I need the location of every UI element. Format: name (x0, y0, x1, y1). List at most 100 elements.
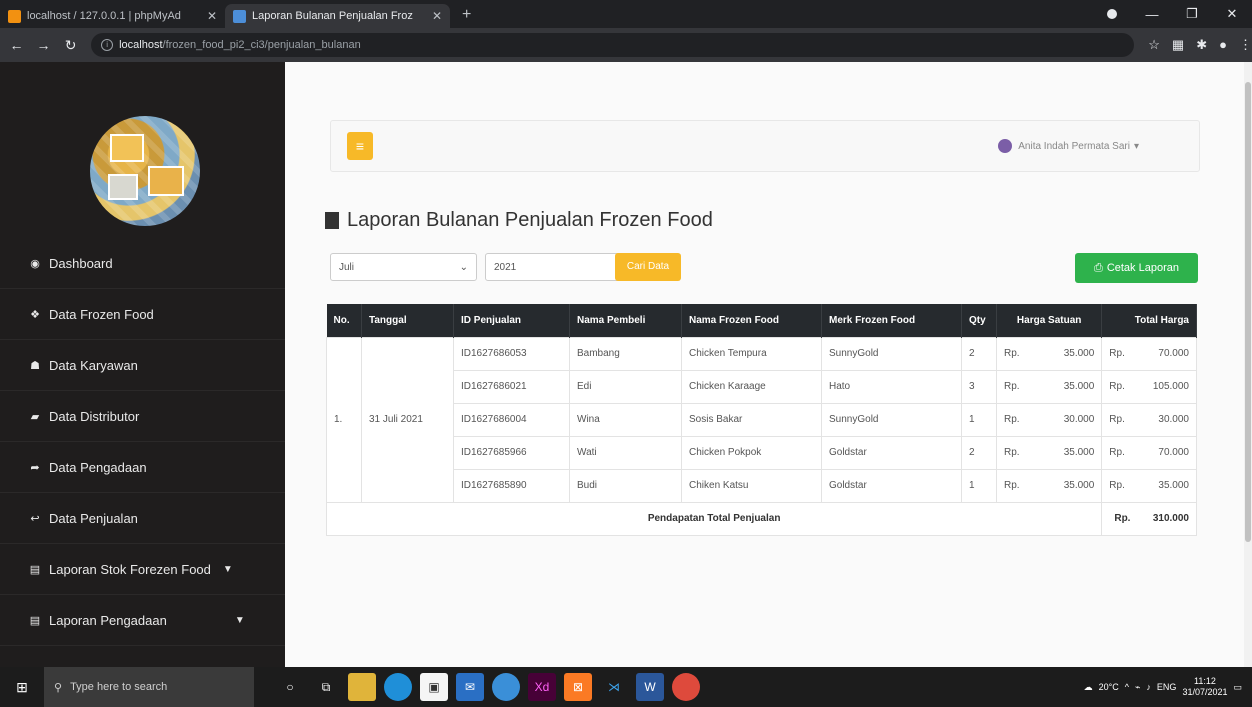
globe-icon[interactable] (492, 673, 520, 701)
sidebar-item-laporan-pengadaan[interactable]: ▤ Laporan Pengadaan ▼ (0, 595, 285, 646)
total-value: 310.000 (1137, 501, 1198, 536)
chevron-up-icon[interactable]: ^ (1125, 682, 1129, 692)
url-host: localhost (119, 39, 163, 51)
menu-toggle-button[interactable]: ≡ (347, 132, 373, 160)
file-icon: ▤ (29, 614, 41, 627)
xampp-icon[interactable]: ⊠ (564, 673, 592, 701)
adobe-xd-icon[interactable]: Xd (528, 673, 556, 701)
dashboard-icon: ◉ (30, 257, 40, 270)
file-icon: ▤ (29, 563, 41, 576)
year-value: 2021 (494, 261, 517, 273)
top-navbar: ≡ Anita Indah Permata Sari ▾ (330, 120, 1200, 172)
close-window-icon[interactable]: ✕ (1212, 6, 1252, 22)
col-nama-frozen-food: Nama Frozen Food (681, 304, 822, 337)
extension-grid-icon[interactable]: ▦ (1172, 37, 1184, 53)
cell-date: 31 Juli 2021 (361, 336, 454, 503)
table-row: ID1627685966 Wati Chicken Pokpok Goldsta… (327, 435, 1198, 470)
sidebar-item-data-karyawan[interactable]: ☗ Data Karyawan (0, 340, 285, 391)
year-select[interactable]: 2021 ⌄ (485, 253, 632, 281)
profile-icon[interactable]: ● (1219, 37, 1227, 53)
print-report-button[interactable]: ⎙ Cetak Laporan (1075, 253, 1198, 283)
windows-start-icon[interactable]: ⊞ (0, 679, 44, 696)
cell-currency: Rp. (1101, 402, 1138, 437)
cell-id: ID1627685966 (453, 435, 570, 470)
chrome-icon[interactable] (672, 673, 700, 701)
url-path: /frozen_food_pi2_ci3/penjualan_bulanan (162, 39, 361, 51)
cell-currency: Rp. (995, 336, 1039, 371)
forward-icon[interactable]: → (33, 37, 54, 53)
cell-total: 70.000 (1137, 435, 1198, 470)
back-icon[interactable]: ← (6, 37, 27, 53)
user-avatar-icon (998, 139, 1013, 153)
cell-brand: Hato (821, 369, 962, 404)
weather-text: 20°C (1098, 682, 1119, 692)
taskbar-search-input[interactable]: ⚲ Type here to search (44, 667, 254, 707)
url-input[interactable]: i localhost /frozen_food_pi2_ci3/penjual… (91, 33, 1135, 57)
cortana-icon[interactable]: ○ (276, 673, 304, 701)
mail-icon[interactable]: ✉ (456, 673, 484, 701)
sidebar-item-laporan-stok[interactable]: ▤ Laporan Stok Forezen Food ▼ (0, 544, 285, 595)
cell-id: ID1627686004 (453, 402, 570, 437)
sales-report-table: No. Tanggal ID Penjualan Nama Pembeli Na… (325, 304, 1198, 536)
cell-qty: 1 (961, 468, 997, 503)
cell-id: ID1627685890 (453, 468, 570, 503)
cell-no: 1. (326, 336, 362, 503)
table-row: ID1627686021 Edi Chicken Karaage Hato 3 … (327, 369, 1198, 404)
edge-icon[interactable] (384, 673, 412, 701)
reload-icon[interactable]: ↻ (60, 37, 81, 54)
cell-price: 35.000 (1038, 468, 1103, 503)
star-icon[interactable]: ☆ (1148, 37, 1160, 53)
month-select[interactable]: Juli ⌄ (330, 253, 477, 281)
phpmyadmin-favicon-icon (8, 9, 21, 23)
vscode-icon[interactable]: ⋊ (600, 673, 628, 701)
cell-brand: SunnyGold (821, 336, 962, 371)
minimize-icon[interactable]: — (1132, 7, 1172, 22)
network-icon[interactable]: ⌁ (1135, 682, 1140, 693)
lang-indicator[interactable]: ENG (1157, 682, 1177, 692)
new-tab-icon[interactable]: + (450, 6, 483, 28)
volume-icon[interactable]: ♪ (1146, 682, 1151, 692)
tab-close-icon[interactable]: ✕ (207, 9, 217, 23)
tab-laporan[interactable]: Laporan Bulanan Penjualan Froz ✕ (225, 4, 450, 28)
scrollbar-thumb[interactable] (1245, 82, 1251, 542)
cell-brand: SunnyGold (821, 402, 962, 437)
cell-price: 35.000 (1038, 435, 1103, 470)
notification-icon[interactable]: ▭ (1233, 682, 1242, 693)
menu-kebab-icon[interactable]: ⋮ (1239, 37, 1252, 53)
page-scrollbar[interactable] (1244, 62, 1252, 667)
word-icon[interactable]: W (636, 673, 664, 701)
sidebar-item-dashboard[interactable]: ◉ Dashboard (0, 238, 285, 289)
search-data-button[interactable]: Cari Data (615, 253, 681, 281)
sidebar-item-data-penjualan[interactable]: ↩ Data Penjualan (0, 493, 285, 544)
sidebar-item-data-frozen-food[interactable]: ❖ Data Frozen Food (0, 289, 285, 340)
user-dropdown[interactable]: Anita Indah Permata Sari ▾ (998, 139, 1139, 153)
sidebar-item-label: Laporan Stok Forezen Food (49, 561, 211, 577)
tab-close-icon[interactable]: ✕ (432, 9, 442, 23)
cell-buyer: Wati (569, 435, 682, 470)
cell-buyer: Bambang (569, 336, 682, 371)
site-info-icon[interactable]: i (101, 39, 114, 51)
tab-phpmyadmin[interactable]: localhost / 127.0.0.1 | phpMyAd ✕ (0, 4, 225, 28)
file-explorer-icon[interactable] (348, 673, 376, 701)
store-icon[interactable]: ▣ (420, 673, 448, 701)
cell-food: Chiken Katsu (681, 468, 822, 503)
total-label: Pendapatan Total Penjualan (325, 501, 1103, 536)
record-icon[interactable] (1092, 7, 1132, 22)
col-total-harga: Total Harga (1101, 304, 1197, 337)
maximize-icon[interactable]: ❐ (1172, 6, 1212, 22)
chevron-down-icon: ⌄ (459, 261, 468, 273)
sidebar-item-data-distributor[interactable]: ▰ Data Distributor (0, 391, 285, 442)
taskbar-clock[interactable]: 11:12 31/07/2021 (1182, 676, 1227, 698)
tab-label: localhost / 127.0.0.1 | phpMyAd (27, 10, 181, 22)
col-tanggal: Tanggal (361, 304, 454, 337)
clock-time: 11:12 (1194, 676, 1216, 686)
weather-icon[interactable]: ☁ (1084, 682, 1093, 693)
cell-id: ID1627686021 (453, 369, 570, 404)
cell-buyer: Wina (569, 402, 682, 437)
puzzle-icon[interactable]: ✱ (1196, 37, 1207, 53)
sidebar-item-data-pengadaan[interactable]: ➦ Data Pengadaan (0, 442, 285, 493)
table-row: 1. 31 Juli 2021 ID1627686053 Bambang Chi… (326, 336, 1198, 503)
month-value: Juli (339, 261, 355, 273)
cell-total: 35.000 (1137, 468, 1198, 503)
task-view-icon[interactable]: ⧉ (312, 673, 340, 701)
